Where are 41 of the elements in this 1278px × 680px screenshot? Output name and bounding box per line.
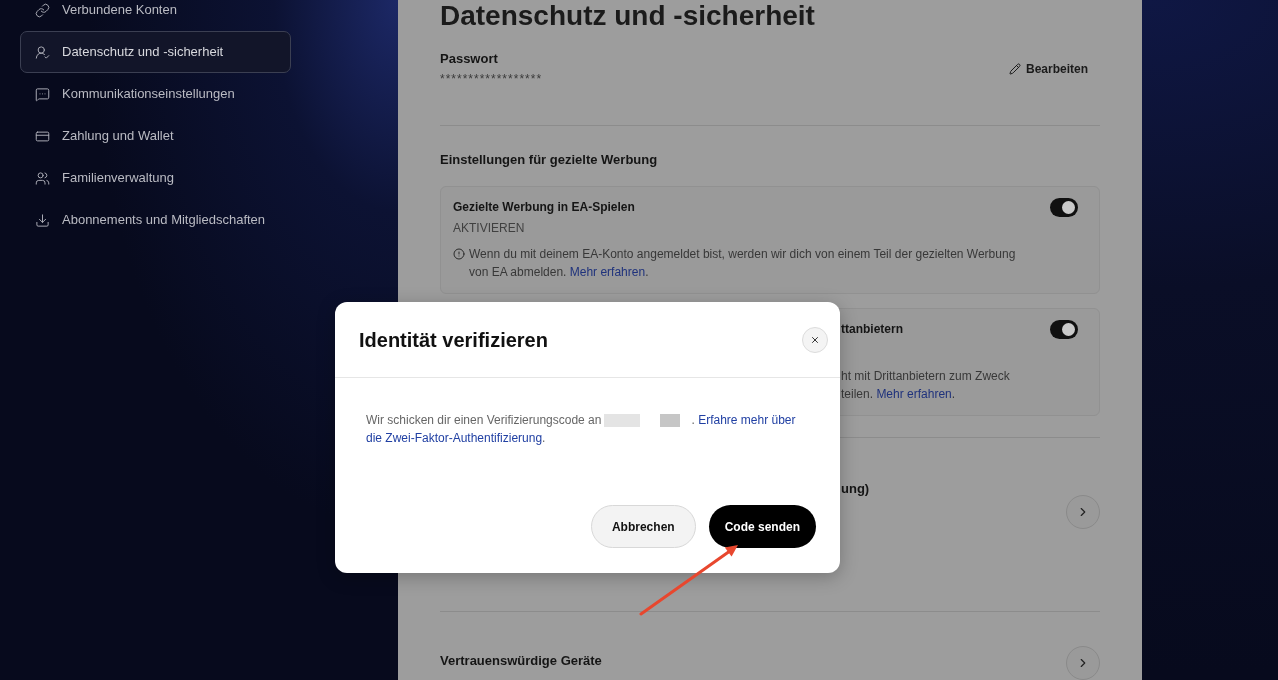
- credit-card-icon: [35, 128, 50, 144]
- close-icon: [810, 334, 820, 345]
- password-label: Passwort: [440, 50, 499, 68]
- redacted-block: [660, 414, 681, 428]
- setting-description: ht mit Drittanbietern zum Zweck: [841, 368, 1010, 385]
- setting-description: teilen. Mehr erfahren.: [841, 386, 957, 403]
- dialog-title: Identität verifizieren: [359, 327, 548, 353]
- section-title: ung): [841, 481, 870, 496]
- toggle-switch[interactable]: [1050, 320, 1078, 339]
- alert-circle-icon: [453, 248, 465, 260]
- link-icon: [35, 2, 50, 18]
- close-button[interactable]: [802, 326, 828, 353]
- sidebar-item[interactable]: Abonnements und Mitgliedschaften: [20, 199, 291, 241]
- user-check-icon: [35, 44, 50, 60]
- chevron-button[interactable]: [1066, 646, 1100, 680]
- setting-description: Wenn du mit deinem EA-Konto angemeldet bist, werden wir dich von einem Teil der gezielten Werbung von EA abmelden. Mehr erfahren.: [469, 246, 1017, 281]
- redacted-block: [604, 414, 641, 428]
- sidebar-item[interactable]: Kommunikationseinstellungen: [20, 73, 291, 115]
- learn-more-link[interactable]: Erfahre mehr über: [698, 413, 796, 427]
- learn-more-link[interactable]: Mehr erfahren: [876, 387, 952, 401]
- download-icon: [35, 212, 50, 228]
- message-icon: [35, 86, 50, 102]
- chevron-button[interactable]: [1066, 495, 1100, 529]
- toggle-switch[interactable]: [1050, 198, 1078, 217]
- setting-title: Gezielte Werbung in EA-Spielen: [453, 199, 636, 216]
- section-title: Vertrauenswürdige Geräte: [440, 653, 602, 668]
- sidebar-item[interactable]: Zahlung und Wallet: [20, 115, 291, 157]
- verification-message: Wir schicken dir einen Verifizierungscode an . Erfahre mehr über die Zwei-Faktor-Authentifizierung.: [366, 412, 797, 447]
- sidebar-item[interactable]: Familienverwaltung: [20, 157, 291, 199]
- people-icon: [35, 170, 50, 186]
- section-heading: Einstellungen für gezielte Werbung: [440, 151, 659, 169]
- cancel-button[interactable]: Abbrechen: [590, 505, 696, 548]
- password-value: ******************: [440, 72, 543, 86]
- pencil-icon: [1008, 63, 1021, 75]
- sidebar-item[interactable]: Verbundene Konten: [20, 0, 291, 31]
- edit-button[interactable]: Bearbeiten: [1008, 60, 1088, 78]
- setting-title: ttanbietern: [841, 321, 904, 338]
- page-title: Datenschutz und -sicherheit: [440, 0, 816, 32]
- send-code-button[interactable]: Code senden: [708, 505, 816, 548]
- sidebar-item[interactable]: Datenschutz und -sicherheit: [20, 31, 291, 73]
- setting-status: AKTIVIEREN: [453, 220, 526, 237]
